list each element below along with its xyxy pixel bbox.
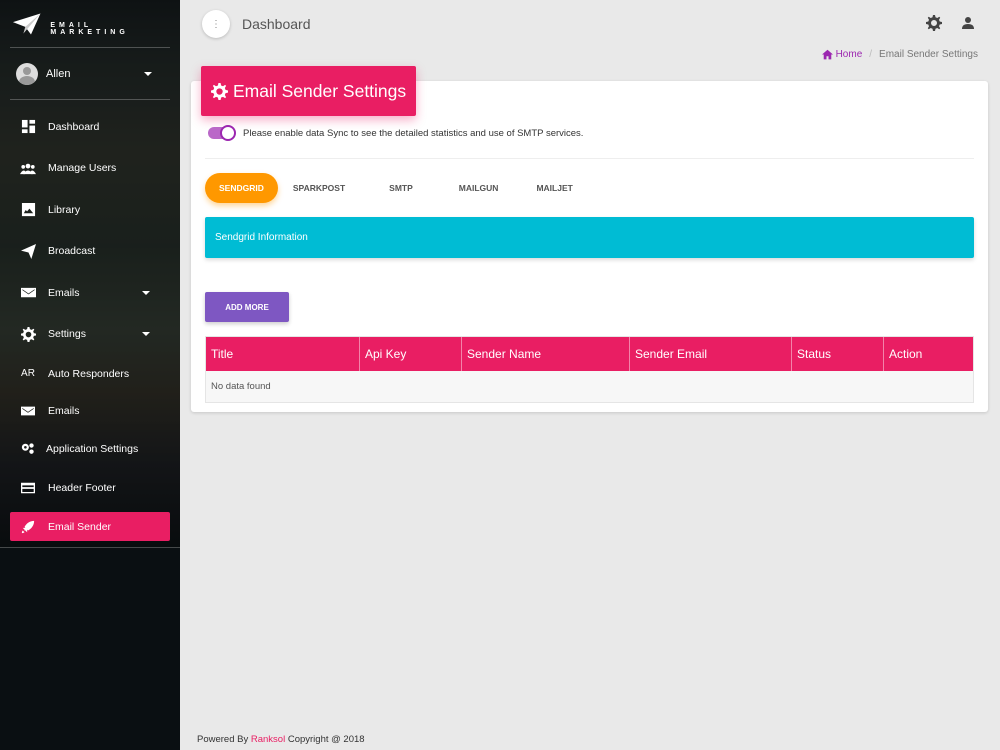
sidebar-subitem-emails[interactable]: Emails	[0, 392, 180, 429]
sidebar-item-label: Emails	[48, 286, 80, 299]
sidebar-item-label: Email Sender	[48, 520, 112, 533]
divider	[0, 547, 180, 548]
card-icon	[20, 481, 36, 495]
chevron-down-icon	[142, 332, 150, 337]
footer: Powered By Ranksol Copyright @ 2018	[197, 734, 365, 745]
sidebar-subitem-auto-responders[interactable]: AR Auto Responders	[0, 355, 180, 392]
sidebar-item-label: Emails	[48, 404, 80, 417]
sidebar-item-dashboard[interactable]: Dashboard	[0, 106, 180, 148]
email-sender-card: Email Sender Settings Please enable data…	[191, 66, 988, 412]
sidebar-item-settings[interactable]: Settings	[0, 314, 180, 356]
column-header-api-key[interactable]: Api Key	[360, 337, 462, 371]
breadcrumb-current: Email Sender Settings	[879, 49, 978, 60]
sidebar-item-label: Broadcast	[48, 245, 96, 258]
gear-icon[interactable]	[926, 15, 942, 36]
menu-toggle-button[interactable]: ⋮	[202, 10, 230, 38]
mail-icon	[20, 285, 36, 301]
info-bar: Sendgrid Information	[205, 217, 974, 258]
column-header-sender-name[interactable]: Sender Name	[462, 337, 630, 371]
topbar: ⋮ Dashboard	[180, 0, 1000, 48]
mail-icon	[20, 404, 36, 418]
data-sync-toggle[interactable]	[208, 125, 236, 141]
sidebar: EMAIL MARKETING Allen Dashboard Manage U…	[0, 0, 180, 750]
logo[interactable]: EMAIL MARKETING	[10, 0, 170, 48]
breadcrumb-home-link[interactable]: Home	[821, 49, 863, 60]
gear-icon	[211, 82, 228, 100]
tab-smtp[interactable]: SMTP	[376, 173, 426, 203]
toggle-knob	[220, 125, 236, 141]
sender-table: Title Api Key Sender Name Sender Email S…	[205, 336, 974, 403]
sidebar-subitem-email-sender[interactable]: Email Sender	[10, 512, 170, 541]
footer-copyright: Copyright @ 2018	[287, 734, 365, 745]
sidebar-item-manage-users[interactable]: Manage Users	[0, 148, 180, 190]
user-icon[interactable]	[960, 15, 976, 36]
logo-text: EMAIL MARKETING	[50, 21, 129, 36]
sync-row: Please enable data Sync to see the detai…	[208, 125, 584, 141]
sidebar-subitem-header-footer[interactable]: Header Footer	[0, 468, 180, 507]
empty-row: No data found	[206, 371, 973, 402]
column-header-sender-email[interactable]: Sender Email	[630, 337, 792, 371]
sidebar-item-label: Header Footer	[48, 481, 116, 494]
divider	[205, 158, 974, 159]
sidebar-item-label: Auto Responders	[48, 367, 130, 380]
sync-text: Please enable data Sync to see the detai…	[243, 127, 584, 139]
tab-mailgun[interactable]: MAILGUN	[446, 173, 512, 203]
dashboard-icon	[20, 119, 36, 135]
rocket-icon	[20, 520, 36, 534]
card-header: Email Sender Settings	[201, 66, 417, 116]
sidebar-item-label: Manage Users	[48, 162, 117, 175]
footer-brand-link[interactable]: Ranksol	[251, 734, 285, 745]
column-header-action[interactable]: Action	[884, 337, 973, 371]
provider-tabs: SENDGRID SPARKPOST SMTP MAILGUN MAILJET	[205, 173, 596, 203]
breadcrumb-home-label: Home	[835, 49, 863, 60]
sidebar-item-label: Settings	[48, 328, 86, 341]
avatar	[16, 62, 38, 85]
chevron-down-icon	[144, 71, 152, 76]
gear-icon	[20, 326, 36, 342]
breadcrumb: Home / Email Sender Settings	[821, 49, 978, 60]
tab-sparkpost[interactable]: SPARKPOST	[280, 173, 358, 203]
image-icon	[20, 202, 36, 218]
sidebar-item-emails[interactable]: Emails	[0, 272, 180, 314]
tab-mailjet[interactable]: MAILJET	[523, 173, 585, 203]
column-header-title[interactable]: Title	[206, 337, 360, 371]
footer-prefix: Powered By	[197, 734, 249, 745]
user-menu[interactable]: Allen	[10, 48, 170, 100]
user-name: Allen	[46, 67, 71, 80]
table-header: Title Api Key Sender Name Sender Email S…	[206, 337, 973, 371]
gears-icon	[20, 442, 36, 456]
sidebar-subitem-application-settings[interactable]: Application Settings	[0, 429, 180, 468]
sidebar-item-library[interactable]: Library	[0, 189, 180, 231]
auto-responders-icon: AR	[21, 368, 35, 379]
sidebar-item-label: Library	[48, 203, 81, 216]
tab-sendgrid[interactable]: SENDGRID	[205, 173, 278, 203]
sidebar-item-label: Application Settings	[46, 442, 139, 455]
breadcrumb-separator: /	[869, 49, 873, 60]
card-title: Email Sender Settings	[233, 80, 407, 101]
home-icon	[821, 49, 833, 60]
column-header-status[interactable]: Status	[792, 337, 884, 371]
add-more-button[interactable]: ADD MORE	[205, 292, 289, 322]
page-title: Dashboard	[242, 16, 311, 32]
users-icon	[20, 160, 36, 176]
paper-plane-logo-icon	[12, 13, 41, 34]
chevron-down-icon	[142, 290, 150, 295]
sidebar-item-label: Dashboard	[48, 120, 100, 133]
send-icon	[20, 243, 36, 259]
sidebar-item-broadcast[interactable]: Broadcast	[0, 231, 180, 273]
